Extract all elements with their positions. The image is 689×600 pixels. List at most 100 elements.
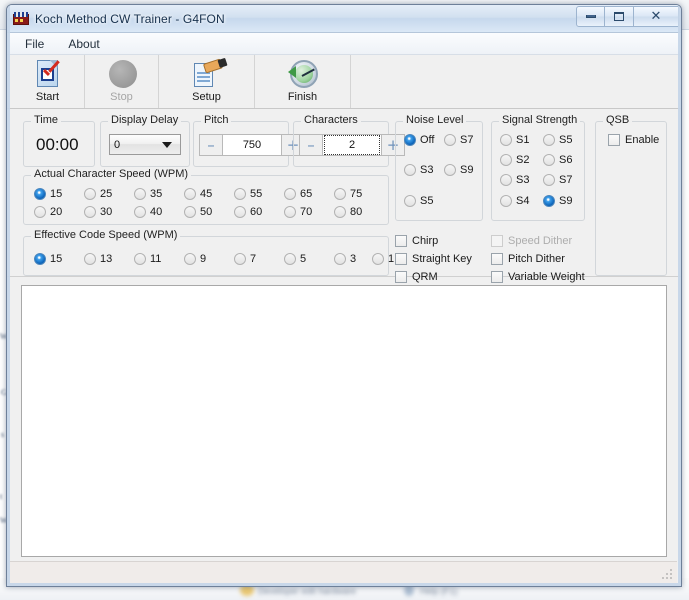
- radio-icon: [34, 188, 46, 200]
- app-icon: [13, 11, 29, 27]
- pitch-dither-checkbox[interactable]: Pitch Dither: [491, 253, 565, 265]
- signal-strength-option-s2[interactable]: S2: [500, 154, 529, 166]
- group-signal-strength-title: Signal Strength: [499, 114, 581, 126]
- actual-speed-option-30[interactable]: 30: [84, 206, 112, 218]
- toolbar-setup-label: Setup: [192, 91, 221, 103]
- effective-speed-option-7[interactable]: 7: [234, 253, 256, 265]
- speed-dither-checkbox: Speed Dither: [491, 235, 572, 247]
- radio-icon: [404, 164, 416, 176]
- actual-speed-option-75[interactable]: 75: [334, 188, 362, 200]
- signal-strength-option-s7[interactable]: S7: [543, 174, 572, 186]
- actual-speed-option-35[interactable]: 35: [134, 188, 162, 200]
- signal-strength-option-s9[interactable]: S9: [543, 195, 572, 207]
- radio-icon: [84, 206, 96, 218]
- signal-strength-option-s4[interactable]: S4: [500, 195, 529, 207]
- effective-speed-option-3[interactable]: 3: [334, 253, 356, 265]
- window-title: Koch Method CW Trainer - G4FON: [35, 11, 225, 26]
- actual-speed-option-45[interactable]: 45: [184, 188, 212, 200]
- actual-speed-option-40[interactable]: 40: [134, 206, 162, 218]
- noise-level-option-off[interactable]: Off: [404, 134, 434, 146]
- menu-about[interactable]: About: [64, 35, 103, 53]
- actual-speed-option-20[interactable]: 20: [34, 206, 62, 218]
- radio-icon: [134, 188, 146, 200]
- effective-speed-option-15[interactable]: 15: [34, 253, 62, 265]
- document-check-icon: [32, 58, 64, 90]
- background-label: Developer edit hardware: [258, 586, 357, 596]
- toolbar-finish-label: Finish: [287, 91, 318, 103]
- signal-strength-option-s6[interactable]: S6: [543, 154, 572, 166]
- radio-icon: [334, 206, 346, 218]
- actual-speed-option-50[interactable]: 50: [184, 206, 212, 218]
- radio-icon: [284, 188, 296, 200]
- effective-speed-option-13[interactable]: 13: [84, 253, 112, 265]
- gauge-icon: [287, 58, 319, 90]
- noise-level-option-s3[interactable]: S3: [404, 164, 433, 176]
- radio-icon: [34, 206, 46, 218]
- characters-value[interactable]: 2: [323, 134, 381, 156]
- pitch-decrement-button[interactable]: –: [199, 134, 223, 156]
- radio-icon: [543, 195, 555, 207]
- actual-speed-option-65[interactable]: 65: [284, 188, 312, 200]
- radio-icon: [184, 188, 196, 200]
- radio-icon: [500, 154, 512, 166]
- effective-speed-option-5[interactable]: 5: [284, 253, 306, 265]
- actual-speed-option-70[interactable]: 70: [284, 206, 312, 218]
- output-text-area[interactable]: [21, 285, 667, 557]
- actual-speed-option-60[interactable]: 60: [234, 206, 262, 218]
- status-bar: [10, 561, 677, 583]
- radio-icon: [284, 253, 296, 265]
- radio-icon: [334, 253, 346, 265]
- noise-level-option-s5[interactable]: S5: [404, 195, 433, 207]
- variable-weight-checkbox[interactable]: Variable Weight: [491, 271, 585, 283]
- radio-icon: [84, 188, 96, 200]
- menu-file[interactable]: File: [21, 35, 48, 53]
- radio-icon: [84, 253, 96, 265]
- checkbox-icon: [395, 235, 407, 247]
- straight-key-checkbox[interactable]: Straight Key: [395, 253, 472, 265]
- signal-strength-option-s3[interactable]: S3: [500, 174, 529, 186]
- title-bar[interactable]: Koch Method CW Trainer - G4FON ✕: [7, 5, 681, 33]
- radio-icon: [404, 134, 416, 146]
- characters-decrement-button[interactable]: –: [299, 134, 323, 156]
- actual-speed-option-15[interactable]: 15: [34, 188, 62, 200]
- group-display-delay: Display Delay 0: [100, 114, 190, 167]
- time-value: 00:00: [36, 135, 79, 154]
- toolbar-stop-button: Stop: [85, 55, 159, 108]
- qrm-checkbox[interactable]: QRM: [395, 271, 438, 283]
- noise-level-option-s7[interactable]: S7: [444, 134, 473, 146]
- checkbox-icon: [491, 271, 503, 283]
- stop-circle-icon: [106, 58, 138, 90]
- actual-speed-option-55[interactable]: 55: [234, 188, 262, 200]
- radio-icon: [372, 253, 384, 265]
- radio-icon: [444, 164, 456, 176]
- checkbox-icon: [608, 134, 620, 146]
- signal-strength-option-s1[interactable]: S1: [500, 134, 529, 146]
- chirp-checkbox[interactable]: Chirp: [395, 235, 438, 247]
- radio-icon: [234, 188, 246, 200]
- qsb-enable-checkbox[interactable]: Enable: [608, 134, 659, 146]
- display-delay-dropdown[interactable]: 0: [109, 134, 181, 155]
- actual-speed-option-25[interactable]: 25: [84, 188, 112, 200]
- toolbar-finish-button[interactable]: Finish: [255, 55, 351, 108]
- radio-icon: [134, 253, 146, 265]
- radio-icon: [404, 195, 416, 207]
- characters-spinner: – 2 +: [299, 134, 405, 156]
- signal-strength-option-s5[interactable]: S5: [543, 134, 572, 146]
- maximize-button[interactable]: [605, 6, 634, 27]
- maximize-icon: [614, 12, 624, 21]
- actual-speed-option-80[interactable]: 80: [334, 206, 362, 218]
- radio-icon: [184, 206, 196, 218]
- noise-level-option-s9[interactable]: S9: [444, 164, 473, 176]
- pitch-value[interactable]: 750: [223, 134, 281, 156]
- effective-speed-option-11[interactable]: 11: [134, 253, 161, 265]
- toolbar-start-button[interactable]: Start: [11, 55, 85, 108]
- toolbar-setup-button[interactable]: Setup: [159, 55, 255, 108]
- radio-icon: [34, 253, 46, 265]
- resize-grip-icon[interactable]: [662, 569, 674, 581]
- effective-speed-option-1[interactable]: 1: [372, 253, 394, 265]
- radio-icon: [234, 253, 246, 265]
- effective-speed-option-9[interactable]: 9: [184, 253, 206, 265]
- close-button[interactable]: ✕: [634, 6, 679, 27]
- background-label: Help (F1): [420, 586, 458, 596]
- minimize-button[interactable]: [576, 6, 605, 27]
